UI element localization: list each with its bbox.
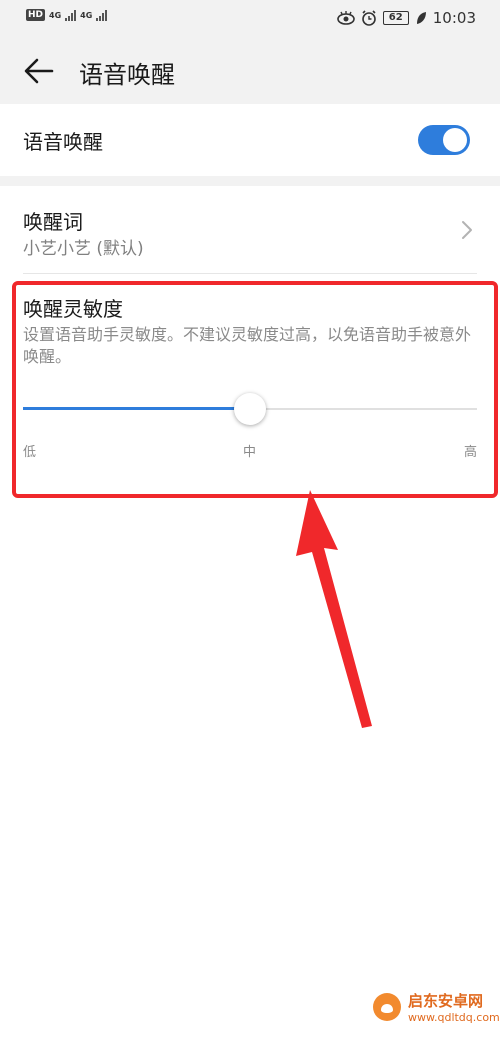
voice-wake-toggle[interactable] <box>418 125 470 155</box>
wake-word-value: 小艺小艺 (默认) <box>23 239 144 259</box>
toggle-knob <box>443 128 467 152</box>
network-type-2: 4G <box>80 10 93 20</box>
voice-wake-label: 语音唤醒 <box>23 130 103 154</box>
wake-word-label: 唤醒词 <box>23 210 83 234</box>
hd-badge: HD <box>26 9 46 21</box>
annotation-arrow-icon <box>296 490 372 728</box>
divider <box>23 273 477 274</box>
battery-icon: 62 <box>382 11 409 25</box>
status-right: 62 10:03 <box>336 9 476 27</box>
section-gap <box>0 176 500 186</box>
annotation-highlight-box <box>12 281 498 498</box>
back-arrow-icon[interactable] <box>24 58 54 84</box>
watermark: 启东安卓网 www.qdltdq.com <box>372 990 500 1024</box>
eye-icon <box>336 11 355 25</box>
voice-wake-row[interactable]: 语音唤醒 <box>0 104 500 176</box>
page-title: 语音唤醒 <box>79 61 175 89</box>
signal-icon-2 <box>96 9 108 21</box>
chevron-right-icon <box>462 221 472 239</box>
watermark-name: 启东安卓网 <box>408 992 484 1010</box>
status-bar: HD 4G 4G 62 10:03 <box>0 0 500 38</box>
watermark-logo-icon <box>373 993 401 1021</box>
leaf-icon <box>416 12 426 24</box>
status-left: HD 4G 4G <box>26 9 108 21</box>
wake-word-row[interactable]: 唤醒词 小艺小艺 (默认) <box>0 186 500 274</box>
header: 语音唤醒 <box>0 38 500 104</box>
clock: 10:03 <box>432 9 476 27</box>
signal-icon <box>65 9 77 21</box>
watermark-url: www.qdltdq.com <box>408 1011 500 1024</box>
network-type-1: 4G <box>49 10 62 20</box>
alarm-icon <box>361 10 376 26</box>
